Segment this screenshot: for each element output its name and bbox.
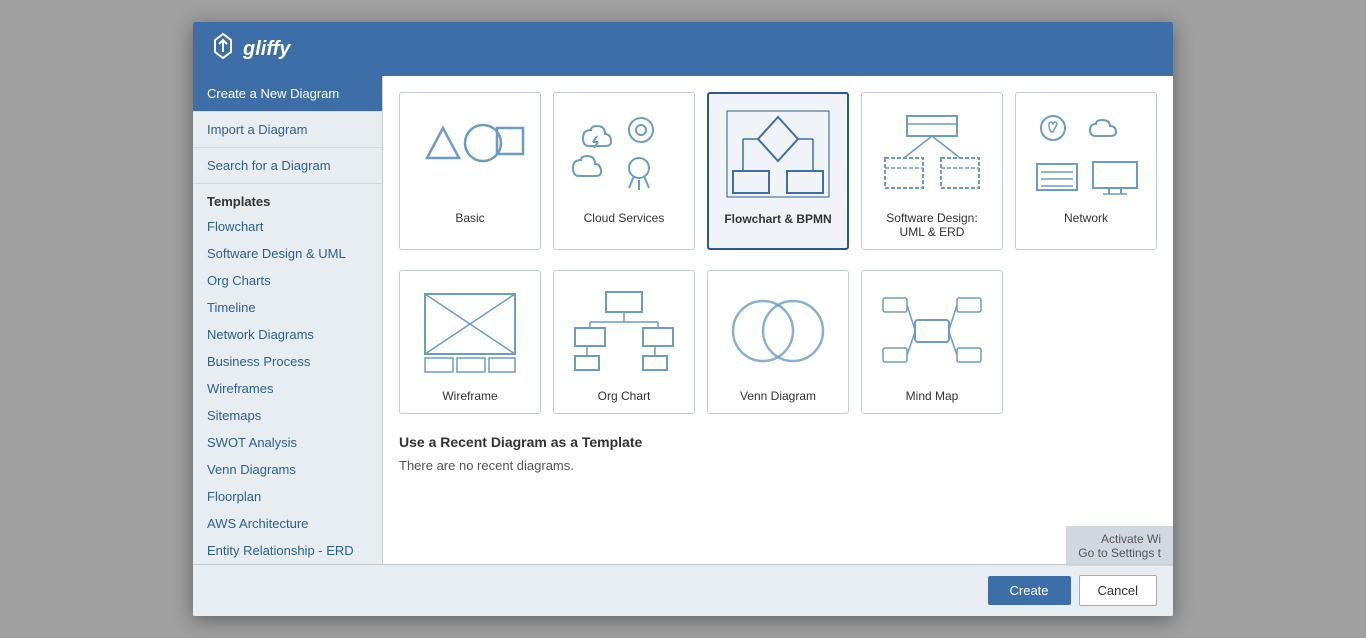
software-label: Software Design: UML & ERD — [872, 211, 992, 239]
recent-empty-message: There are no recent diagrams. — [399, 458, 1157, 473]
cloud-label: Cloud Services — [584, 211, 665, 225]
cloud-icon — [564, 103, 684, 203]
sidebar-item-timeline[interactable]: Timeline — [193, 294, 382, 321]
activate-watermark: Activate Wi Go to Settings t — [1066, 526, 1173, 566]
logo-text: gliffy — [243, 38, 290, 61]
templates-grid-row1: Basic — [399, 92, 1157, 250]
orgchart-icon — [564, 281, 684, 381]
sidebar-item-software-design[interactable]: Software Design & UML — [193, 240, 382, 267]
template-venn[interactable]: Venn Diagram — [707, 270, 849, 414]
mindmap-label: Mind Map — [906, 389, 959, 403]
watermark-line2: Go to Settings t — [1078, 546, 1161, 560]
templates-grid-row2: Wireframe — [399, 270, 1157, 414]
gliffy-icon — [209, 32, 237, 66]
sidebar-item-sitemaps[interactable]: Sitemaps — [193, 402, 382, 429]
templates-section-label: Templates — [193, 184, 382, 213]
sidebar-item-swot[interactable]: SWOT Analysis — [193, 429, 382, 456]
flowchart-icon — [719, 104, 837, 204]
sidebar-item-network-diagrams[interactable]: Network Diagrams — [193, 321, 382, 348]
template-orgchart[interactable]: Org Chart — [553, 270, 695, 414]
template-flowchart[interactable]: Flowchart & BPMN — [707, 92, 849, 250]
template-network[interactable]: Network — [1015, 92, 1157, 250]
sidebar-item-business-process[interactable]: Business Process — [193, 348, 382, 375]
modal-header: gliffy — [193, 22, 1173, 76]
sidebar-item-flowchart[interactable]: Flowchart — [193, 213, 382, 240]
recent-section: Use a Recent Diagram as a Template There… — [399, 434, 1157, 473]
template-cloud[interactable]: Cloud Services — [553, 92, 695, 250]
wireframe-label: Wireframe — [442, 389, 497, 403]
venn-icon — [718, 281, 838, 381]
recent-title: Use a Recent Diagram as a Template — [399, 434, 1157, 450]
create-diagram-modal: gliffy Create a New Diagram Import a Dia… — [193, 22, 1173, 616]
venn-label: Venn Diagram — [740, 389, 816, 403]
sidebar-item-venn[interactable]: Venn Diagrams — [193, 456, 382, 483]
sidebar-item-floorplan[interactable]: Floorplan — [193, 483, 382, 510]
network-icon — [1026, 103, 1146, 203]
basic-label: Basic — [455, 211, 484, 225]
wireframe-icon — [410, 281, 530, 381]
flowchart-label: Flowchart & BPMN — [724, 212, 831, 226]
sidebar-item-aws[interactable]: AWS Architecture — [193, 510, 382, 537]
modal-body: Create a New Diagram Import a Diagram Se… — [193, 76, 1173, 564]
sidebar-item-erd[interactable]: Entity Relationship - ERD — [193, 537, 382, 564]
template-mindmap[interactable]: Mind Map — [861, 270, 1003, 414]
software-icon — [872, 103, 992, 203]
sidebar-item-wireframes[interactable]: Wireframes — [193, 375, 382, 402]
basic-icon — [410, 103, 530, 203]
sidebar: Create a New Diagram Import a Diagram Se… — [193, 76, 383, 564]
cancel-button[interactable]: Cancel — [1079, 575, 1157, 606]
orgchart-label: Org Chart — [598, 389, 651, 403]
nav-create[interactable]: Create a New Diagram — [193, 76, 382, 112]
template-wireframe[interactable]: Wireframe — [399, 270, 541, 414]
nav-search[interactable]: Search for a Diagram — [193, 148, 382, 184]
modal-footer: Create Cancel — [193, 564, 1173, 616]
mindmap-icon — [872, 281, 992, 381]
create-button[interactable]: Create — [988, 576, 1071, 605]
sidebar-item-org-charts[interactable]: Org Charts — [193, 267, 382, 294]
nav-import[interactable]: Import a Diagram — [193, 112, 382, 148]
template-software[interactable]: Software Design: UML & ERD — [861, 92, 1003, 250]
template-basic[interactable]: Basic — [399, 92, 541, 250]
network-label: Network — [1064, 211, 1108, 225]
logo: gliffy — [209, 32, 290, 66]
watermark-line1: Activate Wi — [1078, 532, 1161, 546]
main-content: Basic — [383, 76, 1173, 564]
